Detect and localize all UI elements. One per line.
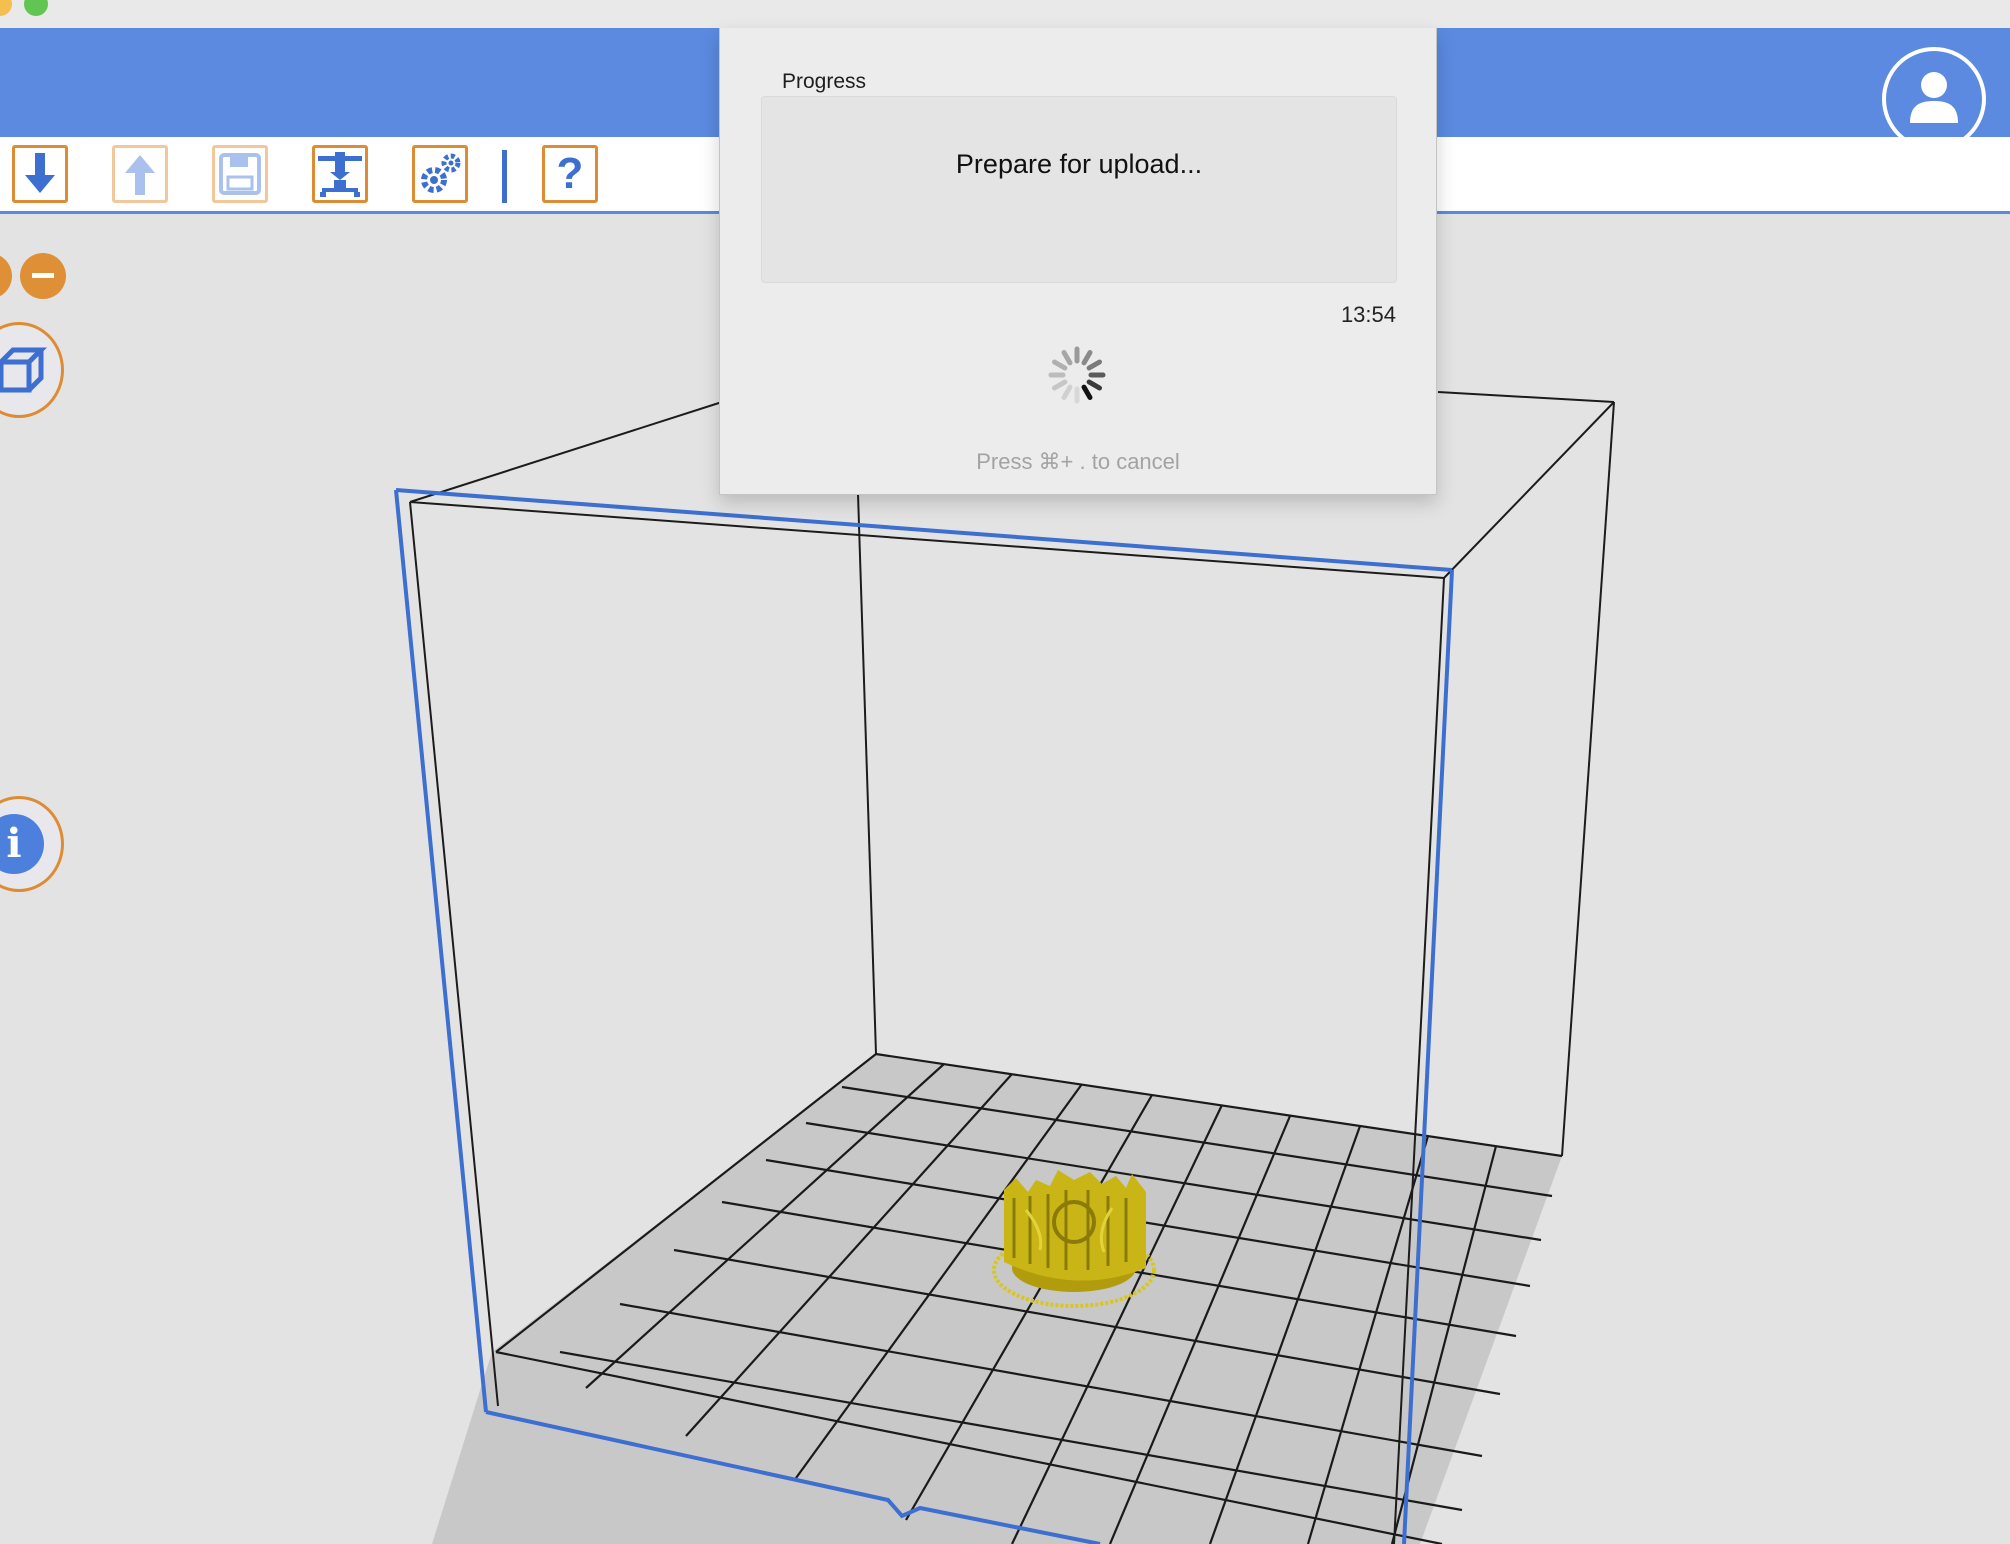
loading-spinner-icon	[1048, 346, 1106, 404]
zoom-out-button[interactable]	[20, 253, 66, 299]
progress-message-box: Prepare for upload...	[761, 96, 1397, 283]
progress-dialog: Progress Prepare for upload... 13:54 Pre…	[719, 28, 1437, 495]
info-icon: i	[0, 814, 44, 874]
minus-icon	[32, 273, 54, 278]
progress-message: Prepare for upload...	[955, 149, 1203, 179]
cube-icon	[0, 347, 48, 393]
elapsed-time: 13:54	[1340, 302, 1396, 327]
cancel-hint: Press ⌘+ . to cancel	[976, 449, 1180, 474]
build-plate	[432, 1052, 1563, 1544]
progress-group-label: Progress	[782, 70, 867, 93]
